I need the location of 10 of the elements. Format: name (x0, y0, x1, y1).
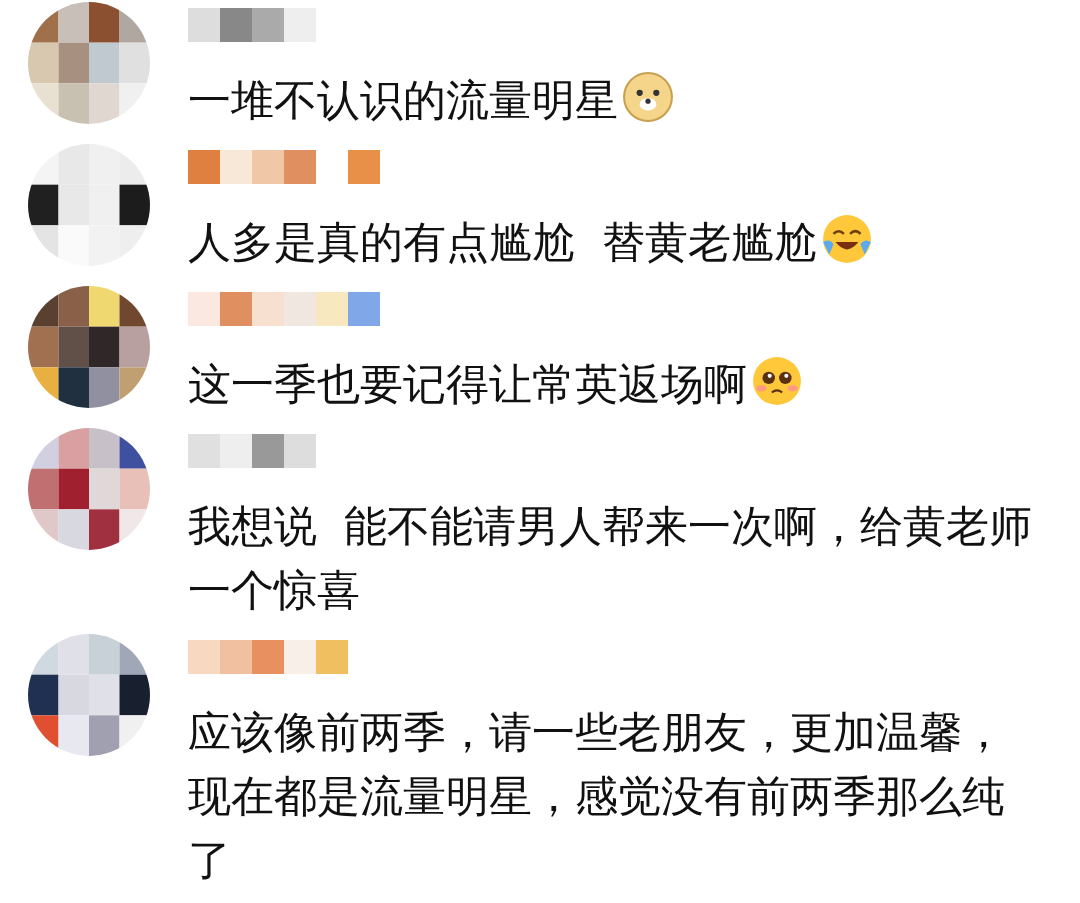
comment-text: 一堆不认识的流量明星 (188, 74, 618, 127)
avatar[interactable] (28, 428, 150, 550)
avatar[interactable] (28, 286, 150, 408)
comment-text: 人多是真的有点尴尬 替黄老尴尬 (188, 216, 818, 269)
avatar[interactable] (28, 144, 150, 266)
avatar[interactable] (28, 2, 150, 124)
avatar[interactable] (28, 634, 150, 756)
comment-text: 我想说 能不能请男人帮来一次啊，给黄老师 一个惊喜 (188, 500, 1033, 617)
comment-text: 这一季也要记得让常英返场啊 (188, 358, 747, 411)
comment-text: 应该像前两季，请一些老朋友，更加温馨， 现在都是流量明星，感觉没有前两季那么纯 了 (188, 706, 1005, 887)
